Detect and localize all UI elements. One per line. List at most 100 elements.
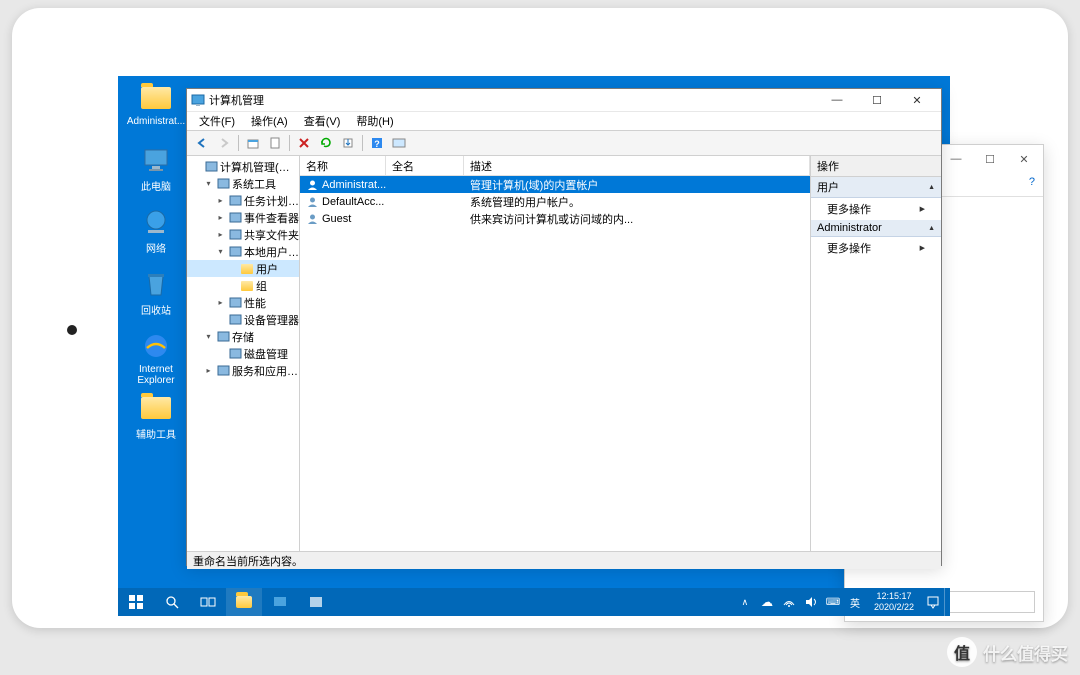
col-name[interactable]: 名称 xyxy=(300,156,386,175)
tray-up-icon[interactable]: ∧ xyxy=(734,588,756,616)
start-button[interactable] xyxy=(118,588,154,616)
tree-item[interactable]: ▸服务和应用程序 xyxy=(187,362,299,379)
title-bar[interactable]: 计算机管理 — ☐ ✕ xyxy=(187,89,941,111)
chevron-right-icon[interactable]: ▸ xyxy=(203,365,214,376)
action-more-admin[interactable]: 更多操作 ▶ xyxy=(811,237,941,259)
tree-item[interactable]: ▸性能 xyxy=(187,294,299,311)
chevron-down-icon[interactable]: ▾ xyxy=(203,331,214,342)
back-button[interactable] xyxy=(191,133,213,153)
properties-button[interactable] xyxy=(264,133,286,153)
action-more-users[interactable]: 更多操作 ▶ xyxy=(811,198,941,220)
chevron-right-icon[interactable]: ▸ xyxy=(215,195,226,206)
tree-item[interactable]: 组 xyxy=(187,277,299,294)
taskbar-compmgmt[interactable] xyxy=(262,588,298,616)
action-header: 操作 xyxy=(811,156,941,177)
maximize-button[interactable]: ☐ xyxy=(857,89,897,111)
list-row[interactable]: Administrat...管理计算机(域)的内置帐户 xyxy=(300,176,810,193)
list-pane[interactable]: 名称 全名 描述 Administrat...管理计算机(域)的内置帐户Defa… xyxy=(300,156,811,551)
desktop-icon-recycle-bin[interactable]: 回收站 xyxy=(126,268,186,326)
tool-icon xyxy=(216,177,230,191)
taskbar-app[interactable] xyxy=(298,588,334,616)
notifications-icon[interactable] xyxy=(922,588,944,616)
folder-icon xyxy=(140,82,172,114)
col-desc[interactable]: 描述 xyxy=(464,156,810,175)
minimize-button[interactable]: — xyxy=(817,89,857,111)
search-button[interactable] xyxy=(154,588,190,616)
tree-spacer xyxy=(191,161,202,172)
tree-item[interactable]: ▸ 事件查看器 xyxy=(187,209,299,226)
menu-help[interactable]: 帮助(H) xyxy=(348,112,401,130)
app-icon xyxy=(191,93,205,107)
onedrive-icon[interactable]: ☁ xyxy=(756,588,778,616)
body-area: 计算机管理(本地)▾系统工具▸任务计划程序▸事件查看器▸共享文件夹▾本地用户和组… xyxy=(187,156,941,551)
icon-label: 此电脑 xyxy=(141,178,171,193)
help-button[interactable]: ? xyxy=(366,133,388,153)
collapse-icon: ▲ xyxy=(928,184,935,191)
menu-view[interactable]: 查看(V) xyxy=(296,112,349,130)
tree-spacer xyxy=(227,280,238,291)
action-section-users[interactable]: 用户 ▲ xyxy=(811,177,941,198)
minimize-button[interactable]: — xyxy=(939,148,973,170)
up-button[interactable] xyxy=(242,133,264,153)
tree-item[interactable]: ▾ 存储 xyxy=(187,328,299,345)
tree-pane[interactable]: 计算机管理(本地)▾系统工具▸任务计划程序▸事件查看器▸共享文件夹▾本地用户和组… xyxy=(187,156,300,551)
root-icon xyxy=(204,160,218,174)
close-button[interactable]: ✕ xyxy=(1007,148,1041,170)
volume-icon[interactable] xyxy=(800,588,822,616)
list-row[interactable]: Guest供来宾访问计算机或访问域的内... xyxy=(300,210,810,227)
ime-keyboard-icon[interactable]: ⌨ xyxy=(822,588,844,616)
tree-label: 系统工具 xyxy=(232,176,276,192)
delete-button[interactable] xyxy=(293,133,315,153)
help-icon[interactable]: ? xyxy=(1021,173,1043,191)
list-row[interactable]: DefaultAcc...系统管理的用户帐户。 xyxy=(300,193,810,210)
ime-language[interactable]: 英 xyxy=(844,588,866,616)
taskbar-explorer[interactable] xyxy=(226,588,262,616)
users-icon xyxy=(228,245,242,259)
col-fullname[interactable]: 全名 xyxy=(386,156,464,175)
network-tray-icon[interactable] xyxy=(778,588,800,616)
desktop-icon-ie[interactable]: Internet Explorer xyxy=(126,330,186,388)
desktop-icon-network[interactable]: 网络 xyxy=(126,206,186,264)
chevron-right-icon[interactable]: ▸ xyxy=(215,212,226,223)
view-button[interactable] xyxy=(388,133,410,153)
recycle-bin-icon xyxy=(140,268,172,300)
icon-label: Internet Explorer xyxy=(126,364,186,386)
tree-item[interactable]: ▾本地用户和组 xyxy=(187,243,299,260)
storage-icon xyxy=(216,330,230,344)
desktop-icons: Administrat... 此电脑 网络 回收站 xyxy=(126,82,186,454)
tree-item[interactable]: ▸共享文件夹 xyxy=(187,226,299,243)
disk-icon xyxy=(228,347,242,361)
tree-item[interactable]: ▸任务计划程序 xyxy=(187,192,299,209)
tree-item[interactable]: 磁盘管理 xyxy=(187,345,299,362)
maximize-button[interactable]: ☐ xyxy=(973,148,1007,170)
tree-label: 存储 xyxy=(232,329,254,345)
ie-icon xyxy=(140,330,172,362)
desktop-icon-help-tools[interactable]: 辅助工具 xyxy=(126,392,186,450)
tree-label: 事件查看器 xyxy=(244,210,299,226)
action-section-admin[interactable]: Administrator ▲ xyxy=(811,220,941,237)
clock[interactable]: 12:15:17 2020/2/22 xyxy=(866,591,922,613)
task-view-button[interactable] xyxy=(190,588,226,616)
tree-item[interactable]: 用户 xyxy=(187,260,299,277)
show-desktop-button[interactable] xyxy=(944,588,950,616)
dev-icon xyxy=(228,313,242,327)
tree-item[interactable]: 设备管理器 xyxy=(187,311,299,328)
chevron-down-icon[interactable]: ▾ xyxy=(203,178,214,189)
tree-item[interactable]: ▾ 系统工具 xyxy=(187,175,299,192)
refresh-button[interactable] xyxy=(315,133,337,153)
export-button[interactable] xyxy=(337,133,359,153)
desktop-screen[interactable]: Administrat... 此电脑 网络 回收站 xyxy=(118,76,950,616)
desktop-icon-admin-folder[interactable]: Administrat... xyxy=(126,82,186,140)
taskbar[interactable]: ∧ ☁ ⌨ 英 12:15:17 2020/2/22 xyxy=(118,588,950,616)
chevron-right-icon[interactable]: ▸ xyxy=(215,297,226,308)
chevron-down-icon[interactable]: ▾ xyxy=(215,246,226,257)
sched-icon xyxy=(228,194,242,208)
chevron-right-icon[interactable]: ▸ xyxy=(215,229,226,240)
svc-icon xyxy=(216,364,230,378)
menu-action[interactable]: 操作(A) xyxy=(243,112,296,130)
close-button[interactable]: ✕ xyxy=(897,89,937,111)
status-bar: 重命名当前所选内容。 xyxy=(187,551,941,569)
desktop-icon-this-pc[interactable]: 此电脑 xyxy=(126,144,186,202)
menu-file[interactable]: 文件(F) xyxy=(191,112,243,130)
tree-item[interactable]: 计算机管理(本地) xyxy=(187,158,299,175)
